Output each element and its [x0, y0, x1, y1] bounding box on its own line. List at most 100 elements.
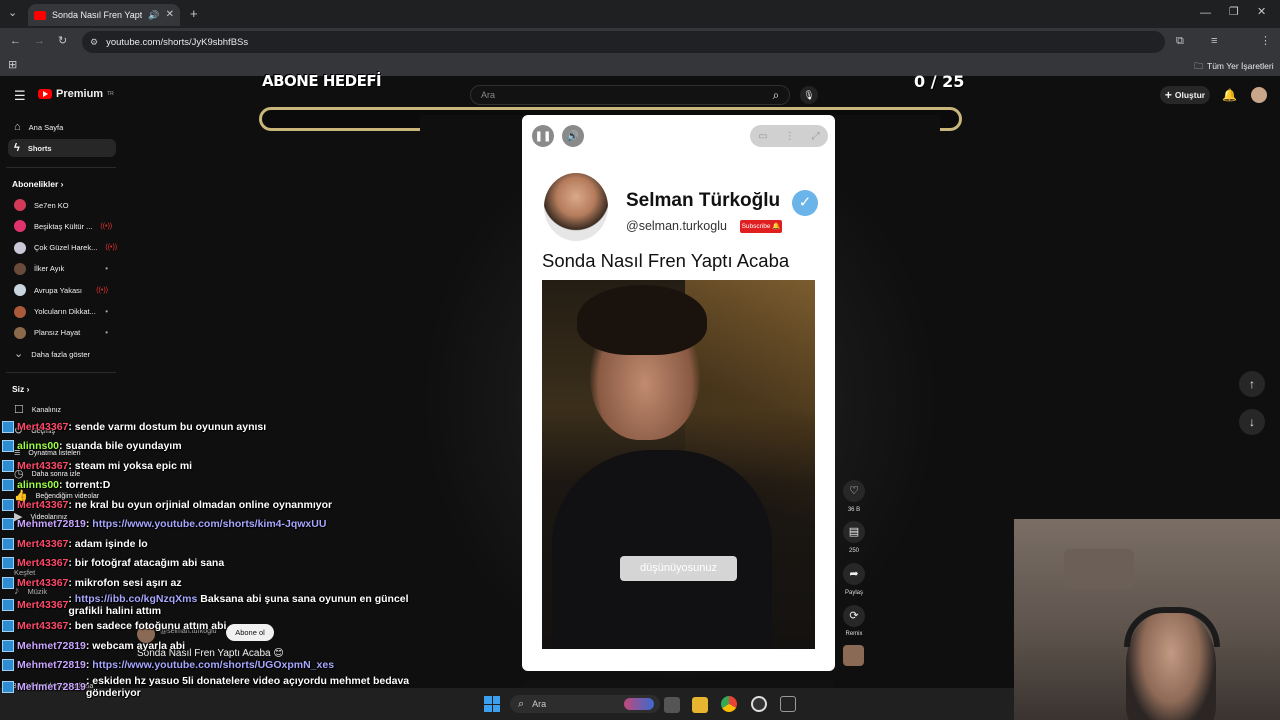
chat-message-body: : webcam ayarla abi — [86, 640, 185, 652]
file-explorer-icon[interactable] — [692, 697, 708, 713]
notifications-bell-icon[interactable]: 🔔 — [1222, 89, 1237, 101]
apps-grid-icon[interactable]: ⊞ — [8, 60, 17, 71]
sidebar-item-label: Daha fazla göster — [31, 349, 91, 359]
obs-icon[interactable] — [751, 696, 767, 712]
chat-username: alinns00 — [17, 479, 60, 492]
subscriber-goal-counter: 0 / 25 — [914, 72, 965, 91]
next-short-arrow-down-icon[interactable]: ↓ — [1239, 409, 1265, 435]
sidebar-subscription-item[interactable]: Plansız Hayat • — [8, 324, 116, 342]
channel-icon: ☐ — [14, 403, 24, 416]
restore-icon[interactable]: ❐ — [1229, 7, 1239, 18]
tab-audio-icon[interactable]: 🔊 — [148, 10, 159, 20]
media-control-icon[interactable]: ≡ — [1211, 36, 1217, 47]
windows-start-icon[interactable] — [484, 696, 500, 712]
sidebar-subscription-item[interactable]: Yolcuların Dikkat... • — [8, 303, 116, 321]
tab-close-icon[interactable]: ✕ — [166, 10, 174, 20]
microphone-icon[interactable]: 🎙 — [800, 86, 818, 104]
shorts-icon: ϟ — [14, 141, 20, 154]
chat-link[interactable]: https://www.youtube.com/shorts/kim4-Jqwx… — [92, 518, 326, 530]
chat-message: alinns00: torrent:D — [2, 476, 442, 496]
chat-text: : ne kral bu oyun orjinial olmadan onlin… — [68, 498, 333, 511]
fullscreen-icon[interactable]: ⤢ — [812, 131, 820, 142]
reload-icon[interactable]: ↻ — [58, 36, 67, 47]
video-title-text: Sonda Nasıl Fren Yaptı Acaba — [542, 250, 790, 271]
more-options-icon[interactable]: ⋮ — [785, 131, 795, 142]
sidebar-divider — [6, 167, 116, 168]
chat-username: Mehmet72819 — [17, 659, 86, 672]
chrome-icon[interactable] — [721, 696, 737, 712]
chat-username: Mert43367 — [17, 598, 69, 611]
channel-avatar — [14, 262, 26, 275]
chat-username: Mert43367 — [17, 459, 69, 472]
video-caption: düşünüyosunuz — [620, 556, 737, 581]
subscriptions-header[interactable]: Abonelikler › — [12, 179, 64, 189]
new-tab-icon[interactable]: + — [190, 7, 198, 20]
chat-username: Mehmet72819 — [17, 639, 86, 652]
youtube-logo[interactable]: Premium TR — [38, 88, 114, 100]
epic-games-icon[interactable] — [780, 696, 796, 712]
chat-message: Mert43367: https://ibb.co/kgNzqXms Baksa… — [2, 593, 442, 617]
window-close-icon[interactable]: ✕ — [1257, 7, 1266, 18]
extensions-icon[interactable]: ⧉ — [1176, 36, 1184, 47]
sidebar-subscription-item[interactable]: Avrupa Yakası ((•)) — [8, 281, 116, 299]
browser-tab[interactable]: Sonda Nasıl Fren Yaptı Acaba 🔊 ✕ — [28, 4, 180, 26]
create-button[interactable]: + Oluştur — [1160, 86, 1210, 104]
sidebar-subscription-item[interactable]: İlker Ayık • — [8, 260, 116, 278]
search-icon[interactable]: ⌕ — [762, 85, 790, 105]
sidebar-subscription-item[interactable]: Se7en KO — [8, 196, 116, 214]
create-label: Oluştur — [1174, 90, 1206, 100]
logo-country: TR — [107, 91, 114, 97]
forward-icon[interactable]: → — [34, 36, 45, 47]
sidebar-subscription-item[interactable]: Beşiktaş Kültür ... ((•)) — [8, 217, 116, 235]
you-header[interactable]: Siz › — [12, 384, 30, 394]
browser-menu-icon[interactable]: ⋮ — [1260, 36, 1271, 47]
new-content-dot-icon: • — [105, 328, 108, 338]
sidebar-item-label: Çok Güzel Harek... — [34, 243, 98, 253]
stream-chat-overlay: Mert43367: sende varmı dostum bu oyunun … — [2, 417, 442, 699]
chat-link[interactable]: https://www.youtube.com/shorts/UGOxpmN_x… — [92, 659, 334, 671]
show-more-button[interactable]: ⌄ Daha fazla göster — [8, 345, 116, 363]
chat-message-body: : adam işinde lo — [68, 538, 147, 550]
youtube-favicon-icon — [34, 10, 46, 20]
channel-avatar — [14, 220, 26, 233]
chat-badge-icon — [2, 498, 14, 511]
chat-username: Mehmet72819 — [17, 518, 86, 531]
subscribe-badge: Subscribe 🔔 — [740, 220, 782, 233]
chat-badge-icon — [2, 659, 14, 672]
sound-thumbnail[interactable] — [843, 645, 864, 666]
chat-message: Mehmet72819: webcam ayarla abi — [2, 636, 442, 656]
share-icon[interactable]: ➦ — [843, 563, 865, 585]
like-icon[interactable]: ♡ — [843, 480, 865, 502]
chat-link[interactable]: https://ibb.co/kgNzqXms — [75, 593, 198, 605]
search-input[interactable]: Ara — [470, 85, 790, 105]
url-field[interactable]: ⚙ youtube.com/shorts/JyK9sbhfBSs — [82, 31, 1165, 53]
chat-badge-icon — [2, 440, 14, 453]
hamburger-menu-icon[interactable]: ☰ — [14, 89, 26, 102]
comment-icon[interactable]: ▤ — [843, 521, 865, 543]
sidebar-item-label: Beşiktaş Kültür ... — [34, 221, 93, 231]
pause-icon[interactable]: ❚❚ — [532, 125, 554, 147]
headset-image — [1124, 607, 1220, 647]
account-avatar[interactable] — [1251, 87, 1267, 103]
sidebar-item-home[interactable]: ⌂ Ana Sayfa — [8, 118, 116, 136]
chat-message: Mert43367: mikrofon sesi aşırı az — [2, 573, 442, 593]
sidebar-item-shorts[interactable]: ϟ Shorts — [8, 139, 116, 157]
chat-message: Mehmet72819: https://www.youtube.com/sho… — [2, 515, 442, 535]
tab-search-icon[interactable]: ⌄ — [8, 8, 17, 19]
all-bookmarks-button[interactable]: 🗀 Tüm Yer İşaretleri — [1194, 61, 1274, 71]
sidebar-subscription-item[interactable]: Çok Güzel Harek... ((•)) — [8, 239, 117, 257]
all-bookmarks-label: Tüm Yer İşaretleri — [1207, 61, 1274, 71]
chat-badge-icon — [2, 557, 14, 570]
taskbar-search-input[interactable]: ⌕ Ara — [510, 695, 660, 713]
chat-text: : suanda bile oyundayım — [59, 440, 182, 453]
remix-icon[interactable]: ⟳ — [843, 605, 865, 627]
site-info-icon[interactable]: ⚙ — [90, 37, 98, 47]
task-view-icon[interactable] — [664, 697, 680, 713]
chat-text: : mikrofon sesi aşırı az — [68, 576, 182, 589]
minimize-icon[interactable]: — — [1200, 8, 1211, 19]
previous-short-arrow-up-icon[interactable]: ↑ — [1239, 371, 1265, 397]
volume-icon[interactable]: 🔊 — [562, 125, 584, 147]
channel-avatar — [14, 326, 26, 339]
captions-icon[interactable]: ▭ — [758, 131, 767, 142]
back-icon[interactable]: ← — [10, 36, 21, 47]
